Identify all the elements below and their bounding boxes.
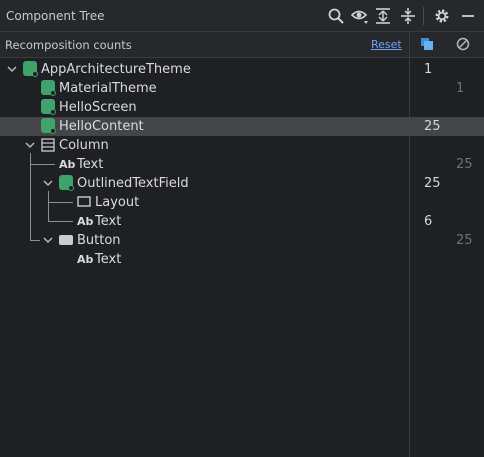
skip-count: 25	[456, 233, 473, 248]
tree-row[interactable]: Ab Text 6	[0, 212, 484, 231]
composable-icon	[41, 99, 56, 115]
gear-icon[interactable]	[433, 7, 451, 25]
composable-icon	[23, 61, 38, 77]
composable-icon	[41, 80, 56, 96]
toolbar-divider	[423, 7, 424, 25]
recomposition-counts-label: Recomposition counts	[5, 38, 132, 52]
skip-count: 1	[456, 81, 465, 96]
text-icon: Ab	[59, 158, 76, 171]
column-divider	[409, 32, 410, 58]
tree-row[interactable]: Ab Text 25	[0, 155, 484, 174]
composable-icon	[41, 118, 56, 134]
layout-icon	[77, 196, 91, 207]
tree-row[interactable]: Layout	[0, 193, 484, 212]
tree-row[interactable]: OutlinedTextField 25	[0, 174, 484, 193]
tree-row[interactable]: HelloScreen	[0, 98, 484, 117]
reset-link[interactable]: Reset	[371, 38, 402, 51]
tree-node-label: Text	[77, 157, 104, 172]
chevron-down-icon[interactable]	[43, 235, 53, 245]
recomposition-counts-bar: Recomposition counts Reset	[0, 32, 484, 58]
minimize-icon[interactable]	[459, 7, 477, 25]
tree-row[interactable]: Button 25	[0, 231, 484, 250]
chevron-down-icon[interactable]	[7, 64, 17, 74]
button-icon	[59, 235, 73, 245]
tree-node-label: Layout	[95, 195, 140, 210]
text-icon: Ab	[77, 253, 94, 266]
skip-count: 25	[456, 157, 473, 172]
eye-icon[interactable]	[351, 7, 369, 25]
expand-all-icon[interactable]	[374, 7, 392, 25]
tree-row-selected[interactable]: HelloContent 25	[0, 117, 484, 136]
panel-title-bar: Component Tree	[0, 0, 484, 32]
tree-node-label: HelloScreen	[59, 100, 137, 115]
chevron-down-icon[interactable]	[25, 140, 35, 150]
search-icon[interactable]	[327, 7, 345, 25]
chevron-down-icon[interactable]	[43, 178, 53, 188]
recomposition-count-icon	[421, 38, 433, 50]
tree-node-label: AppArchitectureTheme	[41, 62, 191, 77]
tree-node-label: Text	[95, 252, 122, 267]
composable-icon	[59, 175, 74, 191]
recomposition-count: 25	[424, 119, 441, 134]
tree-node-label: OutlinedTextField	[77, 176, 189, 191]
panel-title: Component Tree	[6, 9, 105, 23]
tree-node-label: Column	[59, 138, 109, 153]
tree-row[interactable]: AppArchitectureTheme 1	[0, 60, 484, 79]
tree-row[interactable]: MaterialTheme 1	[0, 79, 484, 98]
recomposition-count: 1	[424, 62, 433, 77]
tree-node-label: HelloContent	[59, 119, 144, 134]
recomposition-count: 6	[424, 214, 433, 229]
text-icon: Ab	[77, 215, 94, 228]
column-icon	[41, 138, 55, 152]
tree-row[interactable]: Ab Text	[0, 250, 484, 269]
tree-node-label: Text	[95, 214, 122, 229]
skip-count-icon	[456, 37, 470, 51]
collapse-all-icon[interactable]	[399, 7, 417, 25]
tree-row[interactable]: Column	[0, 136, 484, 155]
recomposition-count: 25	[424, 176, 441, 191]
tree-node-label: MaterialTheme	[59, 81, 157, 96]
tree-node-label: Button	[77, 233, 121, 248]
